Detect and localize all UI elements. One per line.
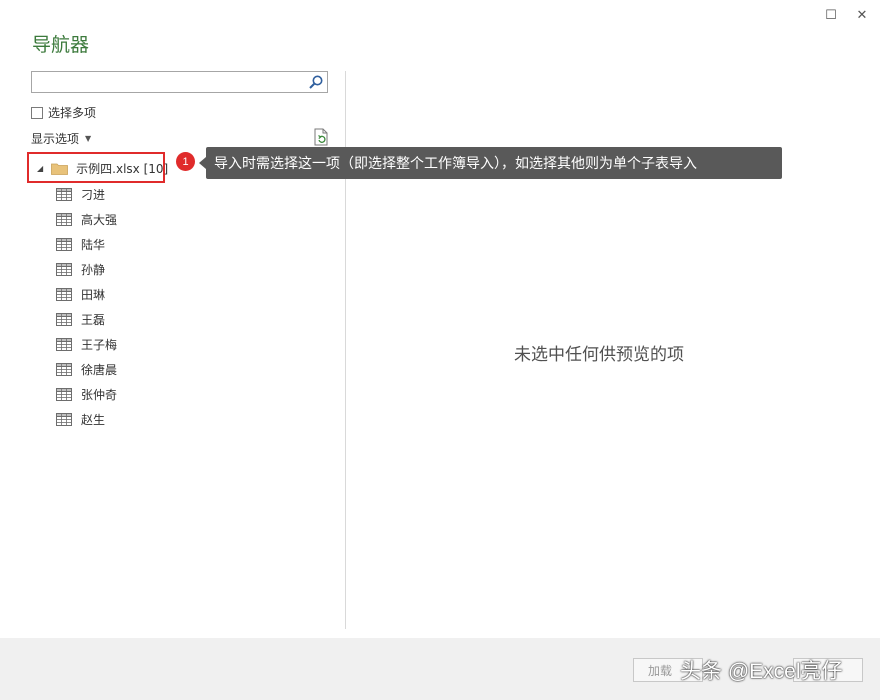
- sheet-item[interactable]: 陆华: [56, 236, 105, 253]
- sheet-item[interactable]: 王子梅: [56, 336, 117, 353]
- table-icon: [56, 363, 72, 376]
- maximize-icon: ☐: [825, 7, 837, 23]
- sheet-label: 孙静: [81, 263, 106, 277]
- dialog-title: 导航器: [32, 34, 90, 56]
- workbook-label: 示例四.xlsx [10]: [76, 162, 169, 176]
- display-options-dropdown[interactable]: 显示选项 ▼: [31, 130, 91, 147]
- sheet-item[interactable]: 张仲奇: [56, 386, 117, 403]
- search-box[interactable]: [31, 71, 328, 93]
- close-button[interactable]: ✕: [853, 6, 871, 24]
- table-icon: [56, 338, 72, 351]
- table-icon: [56, 288, 72, 301]
- sheet-item[interactable]: 徐唐晨: [56, 361, 117, 378]
- annotation-number-badge: 1: [176, 152, 195, 171]
- table-icon: [56, 313, 72, 326]
- tree-root-workbook[interactable]: ◢ 示例四.xlsx [10]: [37, 160, 168, 177]
- sheet-label: 王磊: [81, 313, 106, 327]
- table-icon: [56, 413, 72, 426]
- sheet-item[interactable]: 田琳: [56, 286, 105, 303]
- table-icon: [56, 213, 72, 226]
- sheet-label: 刁进: [81, 188, 106, 202]
- table-icon: [56, 263, 72, 276]
- sheet-item[interactable]: 孙静: [56, 261, 105, 278]
- refresh-icon[interactable]: [313, 128, 329, 146]
- watermark-text: 头条 @Excel亮仔: [680, 660, 843, 683]
- sheet-item[interactable]: 刁进: [56, 186, 105, 203]
- sheet-item[interactable]: 高大强: [56, 211, 117, 228]
- table-icon: [56, 188, 72, 201]
- table-icon: [56, 238, 72, 251]
- close-icon: ✕: [856, 7, 868, 23]
- display-options-label: 显示选项: [31, 132, 80, 146]
- search-input[interactable]: [35, 73, 299, 93]
- sheet-label: 张仲奇: [81, 388, 118, 402]
- caret-down-icon: ▼: [85, 134, 92, 143]
- search-icon[interactable]: [308, 74, 324, 90]
- sheet-label: 陆华: [81, 238, 106, 252]
- folder-icon: [51, 163, 69, 175]
- expand-triangle-icon[interactable]: ◢: [37, 164, 43, 173]
- sheet-label: 田琳: [81, 288, 106, 302]
- sheet-item[interactable]: 王磊: [56, 311, 105, 328]
- sheet-label: 王子梅: [81, 338, 118, 352]
- sheet-item[interactable]: 赵生: [56, 411, 105, 428]
- select-multiple-checkbox[interactable]: [31, 106, 43, 119]
- preview-empty-message: 未选中任何供预览的项: [514, 345, 684, 365]
- annotation-callout: 导入时需选择这一项（即选择整个工作簿导入），如选择其他则为单个子表导入: [199, 147, 782, 179]
- select-multiple-option[interactable]: 选择多项: [31, 104, 96, 121]
- maximize-button[interactable]: ☐: [822, 6, 840, 24]
- sheet-label: 徐唐晨: [81, 363, 118, 377]
- sheet-label: 赵生: [81, 413, 106, 427]
- table-icon: [56, 388, 72, 401]
- sheet-label: 高大强: [81, 213, 118, 227]
- select-multiple-label: 选择多项: [48, 106, 97, 120]
